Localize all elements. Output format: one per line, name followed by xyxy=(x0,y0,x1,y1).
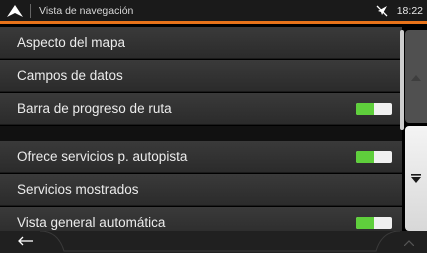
auto-overview-toggle[interactable] xyxy=(356,216,392,229)
list-item-label: Campos de datos xyxy=(17,68,123,83)
list-item-data-fields[interactable]: Campos de datos xyxy=(0,60,402,92)
clock: 18:22 xyxy=(396,4,423,17)
list-item-route-progress-bar[interactable]: Barra de progreso de ruta xyxy=(0,93,402,125)
scroll-down-icon xyxy=(411,170,421,188)
scroll-up-icon xyxy=(411,68,421,86)
list-scrollbar[interactable] xyxy=(400,30,404,130)
list-item-label: Vista general automática xyxy=(17,215,166,230)
chevron-up-icon xyxy=(403,233,415,251)
scroll-down-button[interactable] xyxy=(405,126,427,231)
page-title: Vista de navegación xyxy=(39,4,134,17)
toggle-on-indicator xyxy=(356,150,374,163)
list-item-map-appearance[interactable]: Aspecto del mapa xyxy=(0,27,402,59)
list-item-label: Barra de progreso de ruta xyxy=(17,101,172,116)
toggle-on-indicator xyxy=(356,216,374,229)
highway-services-toggle[interactable] xyxy=(356,150,392,163)
header-divider xyxy=(30,3,31,18)
list-item-label: Ofrece servicios p. autopista xyxy=(17,149,188,164)
scroll-up-button[interactable] xyxy=(405,30,427,123)
toggle-on-indicator xyxy=(356,102,374,115)
gps-off-icon xyxy=(375,0,389,23)
list-item-label: Aspecto del mapa xyxy=(17,35,126,50)
menu-up-button[interactable] xyxy=(398,231,420,253)
navigation-arrow-icon[interactable] xyxy=(0,0,30,23)
footer-decoration xyxy=(40,231,400,252)
list-item-highway-services[interactable]: Ofrece servicios p. autopista xyxy=(0,141,402,173)
list-item-displayed-services[interactable]: Servicios mostrados xyxy=(0,174,402,206)
list-item-label: Servicios mostrados xyxy=(17,182,139,197)
back-arrow-icon xyxy=(18,233,34,251)
route-progress-toggle[interactable] xyxy=(356,102,392,115)
bottom-bar xyxy=(0,231,427,253)
title-bar: Vista de navegación 18:22 xyxy=(0,0,427,24)
